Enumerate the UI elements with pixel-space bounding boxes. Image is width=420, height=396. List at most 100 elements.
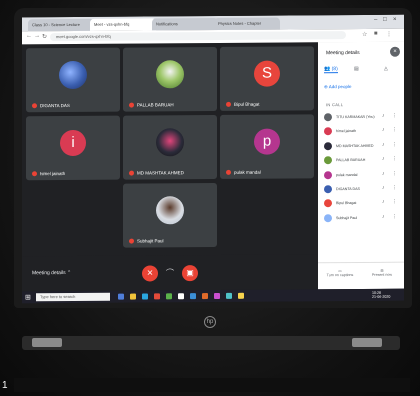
panel-title: Meeting details <box>326 49 360 57</box>
maximize-icon[interactable]: □ <box>383 17 387 23</box>
meet-video-grid: DIGANTA DAS PALLAB BARUAH S Bipul Bhagat… <box>22 42 318 257</box>
taskbar-clock: 10:28 21-06-2020 <box>372 290 391 299</box>
participant-tile[interactable]: S Bipul Bhagat <box>220 46 314 111</box>
participant-tile[interactable]: DIGANTA DAS <box>26 47 120 113</box>
browser-tab[interactable]: Notifications <box>152 17 218 31</box>
taskbar-app-icon[interactable] <box>166 293 172 300</box>
participant-name: himel jainath <box>40 170 66 176</box>
avatar <box>324 199 332 208</box>
more-icon[interactable]: ⋮ <box>392 127 397 133</box>
more-icon[interactable]: ⋮ <box>392 141 397 147</box>
close-icon[interactable]: × <box>390 46 400 57</box>
more-icon[interactable]: ⋮ <box>392 170 397 176</box>
keyboard-edge <box>14 378 410 392</box>
mic-icon[interactable]: ♪ <box>382 214 385 220</box>
windows-start-icon[interactable]: ⊞ <box>25 293 31 301</box>
participant-tile[interactable]: p pulak mandal <box>220 114 314 179</box>
participant-row[interactable]: himel jainath ♪ ⋮ <box>322 124 402 139</box>
meet-control-bar: Meeting details ⌃ ✕ ⌒ ▣ <box>22 254 318 292</box>
avatar <box>324 213 332 222</box>
back-icon[interactable]: ← <box>26 33 32 39</box>
more-icon[interactable]: ⋮ <box>392 185 397 191</box>
star-icon[interactable]: ☆ <box>362 31 367 38</box>
mic-icon[interactable]: ♪ <box>382 127 385 133</box>
participant-name: MD MASHTAK AHMED <box>137 169 184 176</box>
menu-icon[interactable]: ⋮ <box>386 31 392 38</box>
participant-photo <box>156 196 184 225</box>
browser-tab-active[interactable]: Meet - vzs-qxhn-bfq <box>90 18 156 31</box>
camera-off-icon[interactable]: ▣ <box>182 265 198 282</box>
mic-icon[interactable]: ♪ <box>382 185 385 191</box>
participant-tile[interactable]: Subhajit Paul <box>123 182 217 248</box>
participant-row[interactable]: PALLAB BARUAH ♪ ⋮ <box>322 153 402 168</box>
minimize-icon[interactable]: – <box>374 17 377 23</box>
forward-icon[interactable]: → <box>34 33 40 39</box>
reload-icon[interactable]: ↻ <box>42 33 47 40</box>
participant-row[interactable]: pulak mandal ♪ ⋮ <box>322 167 402 182</box>
taskbar-app-icon[interactable] <box>130 293 136 300</box>
more-icon[interactable]: ⋮ <box>392 213 397 219</box>
mic-icon[interactable]: ♪ <box>382 156 385 162</box>
mic-off-icon[interactable]: ✕ <box>142 265 158 282</box>
participant-name: PALLAB BARUAH <box>336 158 366 163</box>
participant-row[interactable]: Bipul Bhagat ♪ ⋮ <box>322 196 402 211</box>
avatar <box>324 185 332 194</box>
avatar <box>324 141 332 151</box>
captions-button[interactable]: ▭ Turn on captions <box>320 269 360 277</box>
participant-name: TITU KARMAKAR (You) <box>336 114 375 120</box>
taskbar-app-icon[interactable] <box>118 293 124 300</box>
participant-tile[interactable]: PALLAB BARUAH <box>123 46 217 112</box>
laptop-screen: Class 10 - Science Lecture Meet - vzs-qx… <box>22 14 404 304</box>
taskbar-app-icon[interactable] <box>178 293 184 300</box>
taskbar-search-input[interactable]: Type here to search <box>36 292 110 302</box>
participant-avatar: p <box>254 128 280 155</box>
mic-icon[interactable]: ♪ <box>382 199 385 205</box>
participant-row[interactable]: TITU KARMAKAR (You) ♪ ⋮ <box>322 110 402 125</box>
taskbar-app-icon[interactable] <box>238 292 244 299</box>
in-call-header: IN CALL <box>326 102 344 108</box>
taskbar-app-icon[interactable] <box>190 293 196 300</box>
participant-row[interactable]: DIGANTA DAS ♪ ⋮ <box>322 182 402 197</box>
more-icon[interactable]: ⋮ <box>392 156 397 162</box>
participant-row[interactable]: Subhajit Paul ♪ ⋮ <box>322 210 402 225</box>
add-people-button[interactable]: ⊕ Add people <box>324 84 352 90</box>
taskbar-app-icon[interactable] <box>226 292 232 299</box>
more-icon[interactable]: ⋮ <box>392 113 397 119</box>
activities-icon[interactable]: ◬ <box>384 66 388 72</box>
mic-icon[interactable]: ♪ <box>382 170 385 176</box>
avatar <box>324 170 332 179</box>
participant-photo <box>156 128 184 157</box>
mic-muted-icon <box>226 101 231 107</box>
participant-photo <box>156 60 184 89</box>
tab-people[interactable]: 👥 (8) <box>324 66 338 74</box>
participant-avatar: i <box>60 129 86 156</box>
more-icon[interactable]: ⋮ <box>392 199 397 205</box>
browser-tab[interactable]: Physics Notes - Chapter <box>214 17 280 30</box>
browser-tab[interactable]: Class 10 - Science Lecture <box>28 18 94 32</box>
present-button[interactable]: ⊞ Present now <box>362 269 402 277</box>
participant-name: DIGANTA DAS <box>40 102 70 108</box>
meeting-details-button[interactable]: Meeting details ⌃ <box>32 270 71 276</box>
mic-muted-icon <box>129 102 134 108</box>
mic-icon[interactable]: ♪ <box>382 142 385 148</box>
taskbar-app-icon[interactable] <box>154 293 160 300</box>
avatar <box>324 156 332 165</box>
taskbar-app-icon[interactable] <box>214 292 220 299</box>
avatar <box>324 127 332 136</box>
participant-name: DIGANTA DAS <box>336 186 360 192</box>
chat-icon[interactable]: ▤ <box>354 66 359 72</box>
mic-muted-icon <box>226 169 231 175</box>
close-window-icon[interactable]: × <box>393 17 397 23</box>
taskbar-app-icon[interactable] <box>142 293 148 300</box>
phone-hangup-icon[interactable]: ⌒ <box>162 265 178 281</box>
extension-icon[interactable]: ■ <box>374 31 378 37</box>
participant-list: TITU KARMAKAR (You) ♪ ⋮ himel jainath ♪ ⋮ MD… <box>322 110 402 226</box>
taskbar-app-icon[interactable] <box>202 293 208 300</box>
participant-tile[interactable]: MD MASHTAK AHMED <box>123 114 217 180</box>
participant-name: pulak mandal <box>234 169 261 175</box>
hinge-left <box>32 338 62 347</box>
url-input[interactable]: meet.google.com/vzs-qxhn-bfq <box>50 31 346 42</box>
participant-row[interactable]: MD MASHTAK AHMED ♪ ⋮ <box>322 138 402 153</box>
participant-tile[interactable]: i himel jainath <box>26 115 120 181</box>
mic-icon[interactable]: ♪ <box>382 113 385 119</box>
